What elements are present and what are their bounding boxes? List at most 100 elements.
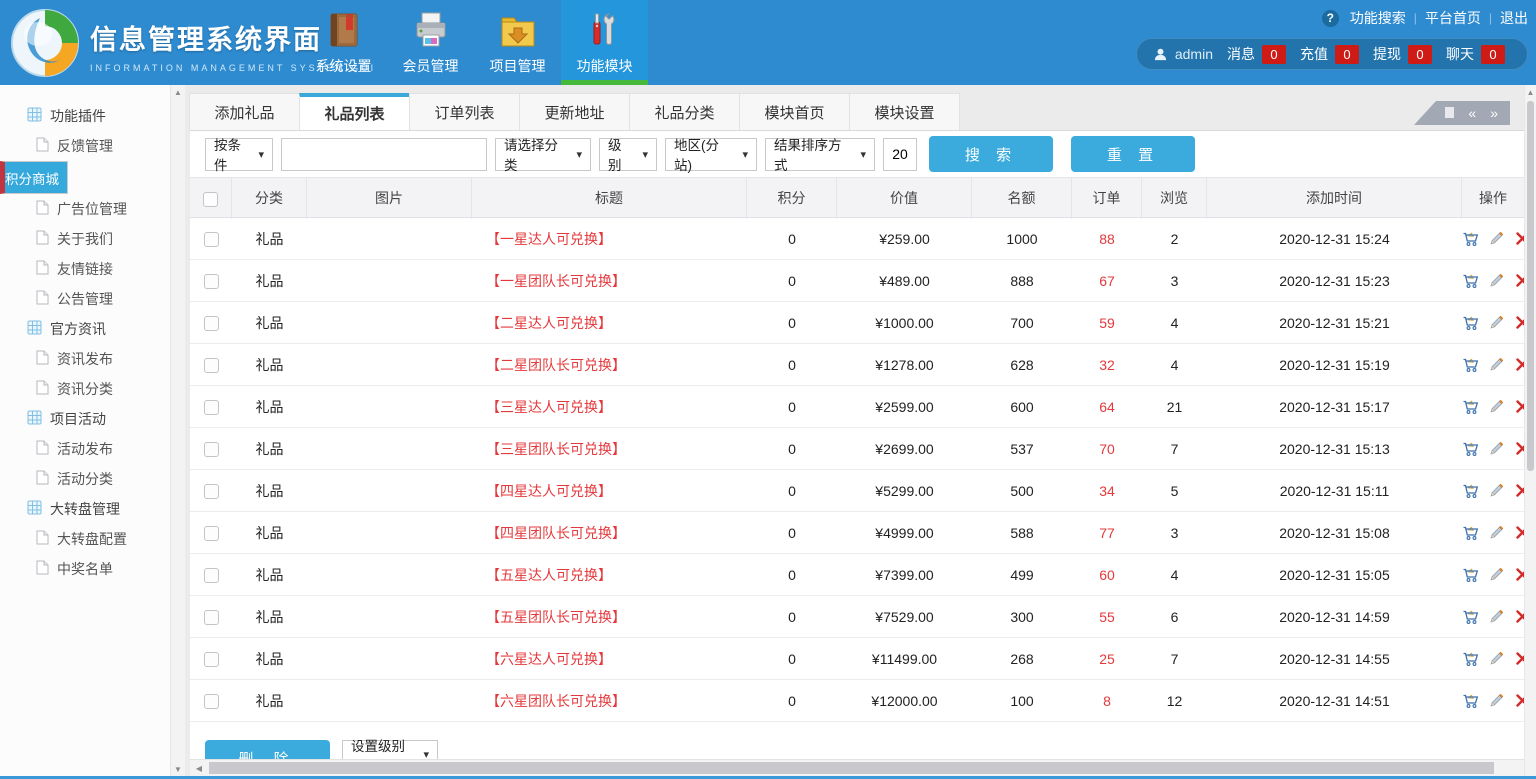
- edit-icon[interactable]: [1488, 524, 1505, 541]
- gift-title[interactable]: 【六星团队长可兑换】: [472, 691, 747, 711]
- row-checkbox[interactable]: [204, 484, 219, 499]
- main-scrollbar[interactable]: ▲: [1524, 85, 1536, 776]
- row-checkbox[interactable]: [204, 652, 219, 667]
- row-checkbox[interactable]: [204, 568, 219, 583]
- sidebar-item-activity-publish[interactable]: 活动发布: [0, 434, 170, 464]
- tab-gift-list[interactable]: 礼品列表: [299, 93, 410, 130]
- reset-button[interactable]: 重 置: [1071, 136, 1195, 172]
- cart-icon[interactable]: [1462, 566, 1479, 583]
- level-select[interactable]: 级别▾: [599, 138, 657, 171]
- edit-icon[interactable]: [1488, 608, 1505, 625]
- edit-icon[interactable]: [1488, 650, 1505, 667]
- gift-title[interactable]: 【二星团队长可兑换】: [472, 355, 747, 375]
- row-checkbox[interactable]: [204, 358, 219, 373]
- row-checkbox[interactable]: [204, 274, 219, 289]
- stat-recharge[interactable]: 充值 0: [1300, 44, 1359, 64]
- tab-order-list[interactable]: 订单列表: [409, 93, 520, 130]
- tab-add-gift[interactable]: 添加礼品: [189, 93, 300, 130]
- sidebar-item-winners-list[interactable]: 中奖名单: [0, 554, 170, 584]
- cart-icon[interactable]: [1462, 692, 1479, 709]
- edit-icon[interactable]: [1488, 230, 1505, 247]
- condition-select[interactable]: 按条件▾: [205, 138, 273, 171]
- gift-orders[interactable]: 70: [1072, 441, 1142, 457]
- row-checkbox[interactable]: [204, 442, 219, 457]
- gift-title[interactable]: 【一星达人可兑换】: [472, 229, 747, 249]
- sidebar-group-official-news[interactable]: 官方资讯: [0, 314, 170, 344]
- cart-icon[interactable]: [1462, 314, 1479, 331]
- sidebar-group-project-activities[interactable]: 项目活动: [0, 404, 170, 434]
- edit-icon[interactable]: [1488, 272, 1505, 289]
- edit-icon[interactable]: [1488, 440, 1505, 457]
- gift-title[interactable]: 【四星达人可兑换】: [472, 481, 747, 501]
- stat-chat[interactable]: 聊天 0: [1446, 44, 1505, 64]
- cart-icon[interactable]: [1462, 440, 1479, 457]
- gift-title[interactable]: 【六星达人可兑换】: [472, 649, 747, 669]
- keyword-input[interactable]: [281, 138, 487, 171]
- cart-icon[interactable]: [1462, 524, 1479, 541]
- sidebar-item-news-publish[interactable]: 资讯发布: [0, 344, 170, 374]
- vertical-scroll-thumb[interactable]: [1527, 101, 1534, 471]
- scroll-up-icon[interactable]: ▲: [171, 85, 185, 99]
- sidebar-group-function-plugins[interactable]: 功能插件: [0, 101, 170, 131]
- tab-update-address[interactable]: 更新地址: [519, 93, 630, 130]
- nav-item-system-settings[interactable]: 系统设置: [300, 0, 387, 85]
- sidebar-item-wheel-config[interactable]: 大转盘配置: [0, 524, 170, 554]
- row-checkbox[interactable]: [204, 316, 219, 331]
- row-checkbox[interactable]: [204, 400, 219, 415]
- sidebar-item-news-categories[interactable]: 资讯分类: [0, 374, 170, 404]
- scroll-up-icon[interactable]: ▲: [1525, 85, 1536, 99]
- gift-title[interactable]: 【三星达人可兑换】: [472, 397, 747, 417]
- user-name[interactable]: admin: [1153, 46, 1213, 62]
- sidebar-item-feedback[interactable]: 反馈管理: [0, 131, 170, 161]
- stat-withdraw[interactable]: 提现 0: [1373, 44, 1432, 64]
- cart-icon[interactable]: [1462, 608, 1479, 625]
- region-select[interactable]: 地区(分站)▾: [665, 138, 757, 171]
- gift-title[interactable]: 【四星团队长可兑换】: [472, 523, 747, 543]
- sidebar-item-announcements[interactable]: 公告管理: [0, 284, 170, 314]
- cart-icon[interactable]: [1462, 230, 1479, 247]
- page-size-input[interactable]: [883, 138, 917, 171]
- cart-icon[interactable]: [1462, 482, 1479, 499]
- tab-gift-categories[interactable]: 礼品分类: [629, 93, 740, 130]
- cart-icon[interactable]: [1462, 356, 1479, 373]
- nav-item-function-modules[interactable]: 功能模块: [561, 0, 648, 85]
- sidebar-item-ad-management[interactable]: 广告位管理: [0, 194, 170, 224]
- link-platform-home[interactable]: 平台首页: [1425, 8, 1481, 28]
- sort-select[interactable]: 结果排序方式▾: [765, 138, 875, 171]
- gift-orders[interactable]: 77: [1072, 525, 1142, 541]
- link-function-search[interactable]: 功能搜索: [1350, 8, 1406, 28]
- gift-title[interactable]: 【二星达人可兑换】: [472, 313, 747, 333]
- gift-orders[interactable]: 25: [1072, 651, 1142, 667]
- gift-orders[interactable]: 64: [1072, 399, 1142, 415]
- row-checkbox[interactable]: [204, 610, 219, 625]
- edit-icon[interactable]: [1488, 692, 1505, 709]
- row-checkbox[interactable]: [204, 694, 219, 709]
- gift-title[interactable]: 【五星团队长可兑换】: [472, 607, 747, 627]
- edit-icon[interactable]: [1488, 356, 1505, 373]
- sidebar-scrollbar[interactable]: ▲ ▼: [170, 85, 185, 776]
- nav-item-member-management[interactable]: 会员管理: [387, 0, 474, 85]
- sidebar-item-points-mall[interactable]: 积分商城: [0, 161, 68, 194]
- gift-title[interactable]: 【三星团队长可兑换】: [472, 439, 747, 459]
- search-button[interactable]: 搜 索: [929, 136, 1053, 172]
- gift-orders[interactable]: 8: [1072, 693, 1142, 709]
- nav-item-project-management[interactable]: 项目管理: [474, 0, 561, 85]
- cart-icon[interactable]: [1462, 398, 1479, 415]
- tab-module-settings[interactable]: 模块设置: [849, 93, 960, 130]
- stat-messages[interactable]: 消息 0: [1227, 44, 1286, 64]
- cart-icon[interactable]: [1462, 272, 1479, 289]
- sidebar-item-about-us[interactable]: 关于我们: [0, 224, 170, 254]
- edit-icon[interactable]: [1488, 482, 1505, 499]
- gift-orders[interactable]: 67: [1072, 273, 1142, 289]
- cart-icon[interactable]: [1462, 650, 1479, 667]
- gift-title[interactable]: 【一星团队长可兑换】: [472, 271, 747, 291]
- link-logout[interactable]: 退出: [1500, 8, 1528, 28]
- gift-orders[interactable]: 60: [1072, 567, 1142, 583]
- gift-orders[interactable]: 32: [1072, 357, 1142, 373]
- horizontal-scrollbar[interactable]: ◀: [190, 759, 1524, 776]
- sidebar-group-wheel-management[interactable]: 大转盘管理: [0, 494, 170, 524]
- gift-orders[interactable]: 59: [1072, 315, 1142, 331]
- scroll-left-icon[interactable]: ◀: [192, 760, 206, 777]
- row-checkbox[interactable]: [204, 232, 219, 247]
- scroll-tabs-right-icon[interactable]: »: [1490, 106, 1498, 120]
